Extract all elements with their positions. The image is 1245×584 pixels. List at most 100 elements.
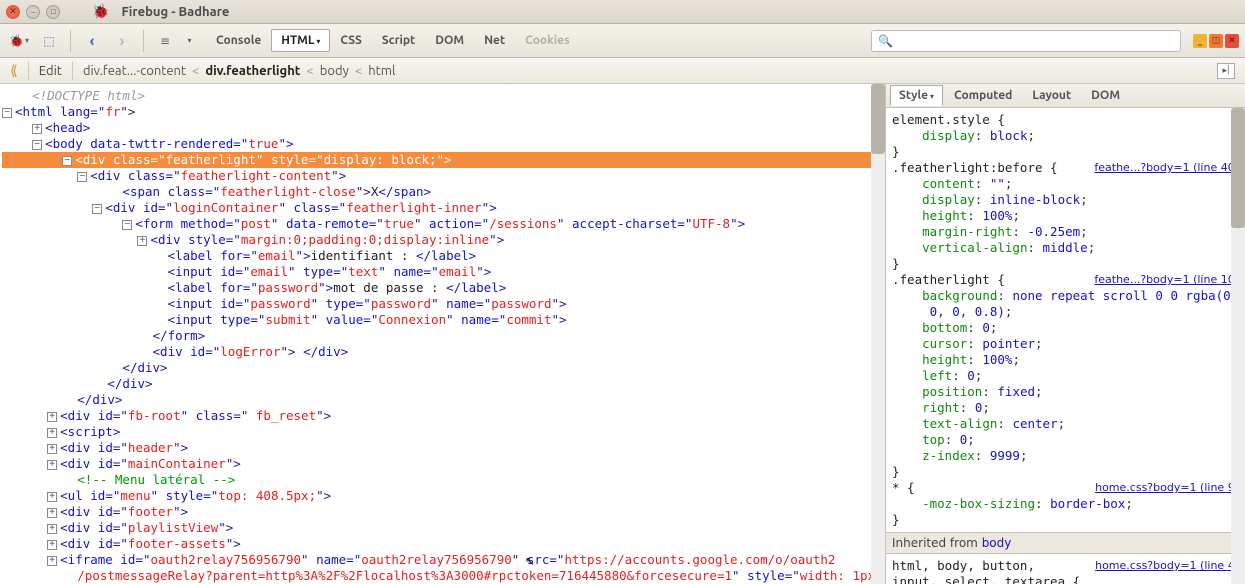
css-rule-line[interactable]: display: inline-block; <box>892 192 1239 208</box>
html-tree-row[interactable]: <div id="logError"> </div> <box>2 344 883 360</box>
minimize-firebug-button[interactable]: _ <box>1193 34 1207 48</box>
css-rule-line[interactable]: home.css?body=1 (line 9)* { <box>892 480 1239 496</box>
breadcrumb-segment[interactable]: body <box>320 64 349 78</box>
css-rule-line[interactable]: background: none repeat scroll 0 0 rgba(… <box>892 288 1239 304</box>
panel-tab-css[interactable]: CSS <box>330 29 372 52</box>
css-rule-line[interactable]: element.style { <box>892 112 1239 128</box>
tree-toggle[interactable]: − <box>32 140 42 150</box>
side-tab-style[interactable]: Style ▾ <box>890 85 943 106</box>
css-rule-line[interactable]: content: ""; <box>892 176 1239 192</box>
css-rule-line[interactable]: } <box>892 512 1239 528</box>
css-rule-line[interactable]: text-align: center; <box>892 416 1239 432</box>
back-button[interactable]: ‹ <box>79 28 105 54</box>
breadcrumb-segment[interactable]: html <box>368 64 395 78</box>
panel-tab-script[interactable]: Script <box>372 29 425 52</box>
html-tree-row[interactable]: <span class="featherlight-close">X</span… <box>2 184 883 200</box>
css-rule-line[interactable]: margin-right: -0.25em; <box>892 224 1239 240</box>
css-rule-line[interactable]: feathe...?body=1 (line 10).featherlight … <box>892 272 1239 288</box>
panel-tab-html[interactable]: HTML ▾ <box>271 29 330 52</box>
tree-toggle[interactable]: + <box>32 124 42 134</box>
window-close-button[interactable]: ✕ <box>6 5 20 19</box>
css-rule-line[interactable]: } <box>892 256 1239 272</box>
window-maximize-button[interactable]: ▫ <box>46 5 60 19</box>
css-rule-line[interactable]: left: 0; <box>892 368 1239 384</box>
detach-firebug-button[interactable]: ◫ <box>1209 34 1223 48</box>
forward-button[interactable]: › <box>109 28 135 54</box>
style-scrollbar[interactable] <box>1231 108 1245 584</box>
search-box[interactable]: 🔍 <box>871 30 1181 52</box>
tree-toggle[interactable]: + <box>47 540 57 550</box>
html-tree-row[interactable]: <!DOCTYPE html> <box>2 88 883 104</box>
tree-toggle[interactable]: − <box>62 156 72 166</box>
window-minimize-button[interactable]: − <box>26 5 40 19</box>
inspect-button[interactable]: ⬚ <box>36 28 62 54</box>
html-tree-row[interactable]: +<iframe id="oauth2relay756956790" name=… <box>2 552 883 568</box>
tree-toggle[interactable]: − <box>2 108 12 118</box>
source-link[interactable]: home.css?body=1 (line 9) <box>1095 480 1239 496</box>
side-tab-dom[interactable]: DOM <box>1082 85 1129 106</box>
html-tree-row[interactable]: +<script> <box>2 424 883 440</box>
close-firebug-button[interactable]: ✕ <box>1225 34 1239 48</box>
html-tree-row[interactable]: <input type="submit" value="Connexion" n… <box>2 312 883 328</box>
css-rule-line[interactable]: home.css?body=1 (line 4)html, body, butt… <box>892 558 1239 574</box>
tree-toggle[interactable]: + <box>47 492 57 502</box>
side-panel-toggle-button[interactable]: ▸| <box>1217 63 1235 79</box>
html-tree-row[interactable]: +<div id="playlistView"> <box>2 520 883 536</box>
panel-dropdown-button[interactable]: ▾ <box>182 28 196 54</box>
tree-toggle[interactable]: + <box>137 236 147 246</box>
tree-toggle[interactable]: − <box>77 172 87 182</box>
tree-toggle[interactable]: + <box>47 412 57 422</box>
html-tree-row[interactable]: +<div id="header"> <box>2 440 883 456</box>
source-link[interactable]: feathe...?body=1 (line 10) <box>1094 272 1239 288</box>
css-rule-line[interactable]: height: 100%; <box>892 208 1239 224</box>
side-tab-computed[interactable]: Computed <box>945 85 1021 106</box>
html-tree-row[interactable]: <label for="email">identifiant : </label… <box>2 248 883 264</box>
html-tree-row[interactable]: −<body data-twttr-rendered="true"> <box>2 136 883 152</box>
tree-toggle[interactable]: + <box>47 460 57 470</box>
html-scrollbar[interactable] <box>871 84 885 584</box>
tree-toggle[interactable]: + <box>47 508 57 518</box>
css-rule-line[interactable]: } <box>892 144 1239 160</box>
html-tree-row[interactable]: +<div id="mainContainer"> <box>2 456 883 472</box>
search-input[interactable] <box>897 34 1174 48</box>
html-tree-row[interactable]: </div> <box>2 360 883 376</box>
side-tab-layout[interactable]: Layout <box>1023 85 1080 106</box>
tree-toggle[interactable]: + <box>47 444 57 454</box>
html-tree-row[interactable]: <label for="password">mot de passe : </l… <box>2 280 883 296</box>
css-rule-line[interactable]: } <box>892 464 1239 480</box>
css-rule-line[interactable]: vertical-align: middle; <box>892 240 1239 256</box>
tree-toggle[interactable]: + <box>47 524 57 534</box>
css-rule-line[interactable]: display: block; <box>892 128 1239 144</box>
tree-toggle[interactable]: − <box>92 204 102 214</box>
html-tree-row[interactable]: −<html lang="fr"> <box>2 104 883 120</box>
html-tree-row[interactable]: +<div id="footer"> <box>2 504 883 520</box>
html-tree-row[interactable]: </form> <box>2 328 883 344</box>
html-tree-row[interactable]: +<div style="margin:0;padding:0;display:… <box>2 232 883 248</box>
inherited-rules[interactable]: home.css?body=1 (line 4)html, body, butt… <box>886 554 1245 584</box>
html-tree-row[interactable]: <input id="email" type="text" name="emai… <box>2 264 883 280</box>
breadcrumb-icon[interactable]: ⟪ <box>10 62 18 79</box>
html-tree-panel[interactable]: <!DOCTYPE html>−<html lang="fr"> +<head>… <box>0 84 885 584</box>
edit-button[interactable]: Edit <box>39 64 62 78</box>
html-tree-row[interactable]: +<head> <box>2 120 883 136</box>
panel-tab-net[interactable]: Net <box>474 29 515 52</box>
css-rule-line[interactable]: top: 0; <box>892 432 1239 448</box>
lines-button[interactable]: ≡ <box>152 28 178 54</box>
firebug-menu-button[interactable]: 🐞▾ <box>6 28 32 54</box>
css-rule-line[interactable]: cursor: pointer; <box>892 336 1239 352</box>
css-rule-line[interactable]: -moz-box-sizing: border-box; <box>892 496 1239 512</box>
html-tree-row[interactable]: −<div id="loginContainer" class="feather… <box>2 200 883 216</box>
tree-toggle[interactable]: − <box>122 220 132 230</box>
html-tree-row[interactable]: +<ul id="menu" style="top: 408.5px;"> <box>2 488 883 504</box>
source-link[interactable]: home.css?body=1 (line 4) <box>1095 558 1239 574</box>
breadcrumb-segment[interactable]: div.featherlight <box>205 64 300 78</box>
tree-toggle[interactable]: + <box>47 556 57 566</box>
panel-tab-dom[interactable]: DOM <box>425 29 474 52</box>
html-tree-row[interactable]: +<div id="fb-root" class=" fb_reset"> <box>2 408 883 424</box>
html-tree-row[interactable]: −<div class="featherlight-content"> <box>2 168 883 184</box>
html-tree-row[interactable]: <input id="password" type="password" nam… <box>2 296 883 312</box>
panel-tab-cookies[interactable]: Cookies <box>515 29 580 52</box>
html-tree-row[interactable]: /postmessageRelay?parent=http%3A%2F%2Flo… <box>2 568 883 584</box>
css-rule-line[interactable]: feathe...?body=1 (line 40).featherlight:… <box>892 160 1239 176</box>
breadcrumb-segment[interactable]: div.feat...-content <box>83 64 186 78</box>
